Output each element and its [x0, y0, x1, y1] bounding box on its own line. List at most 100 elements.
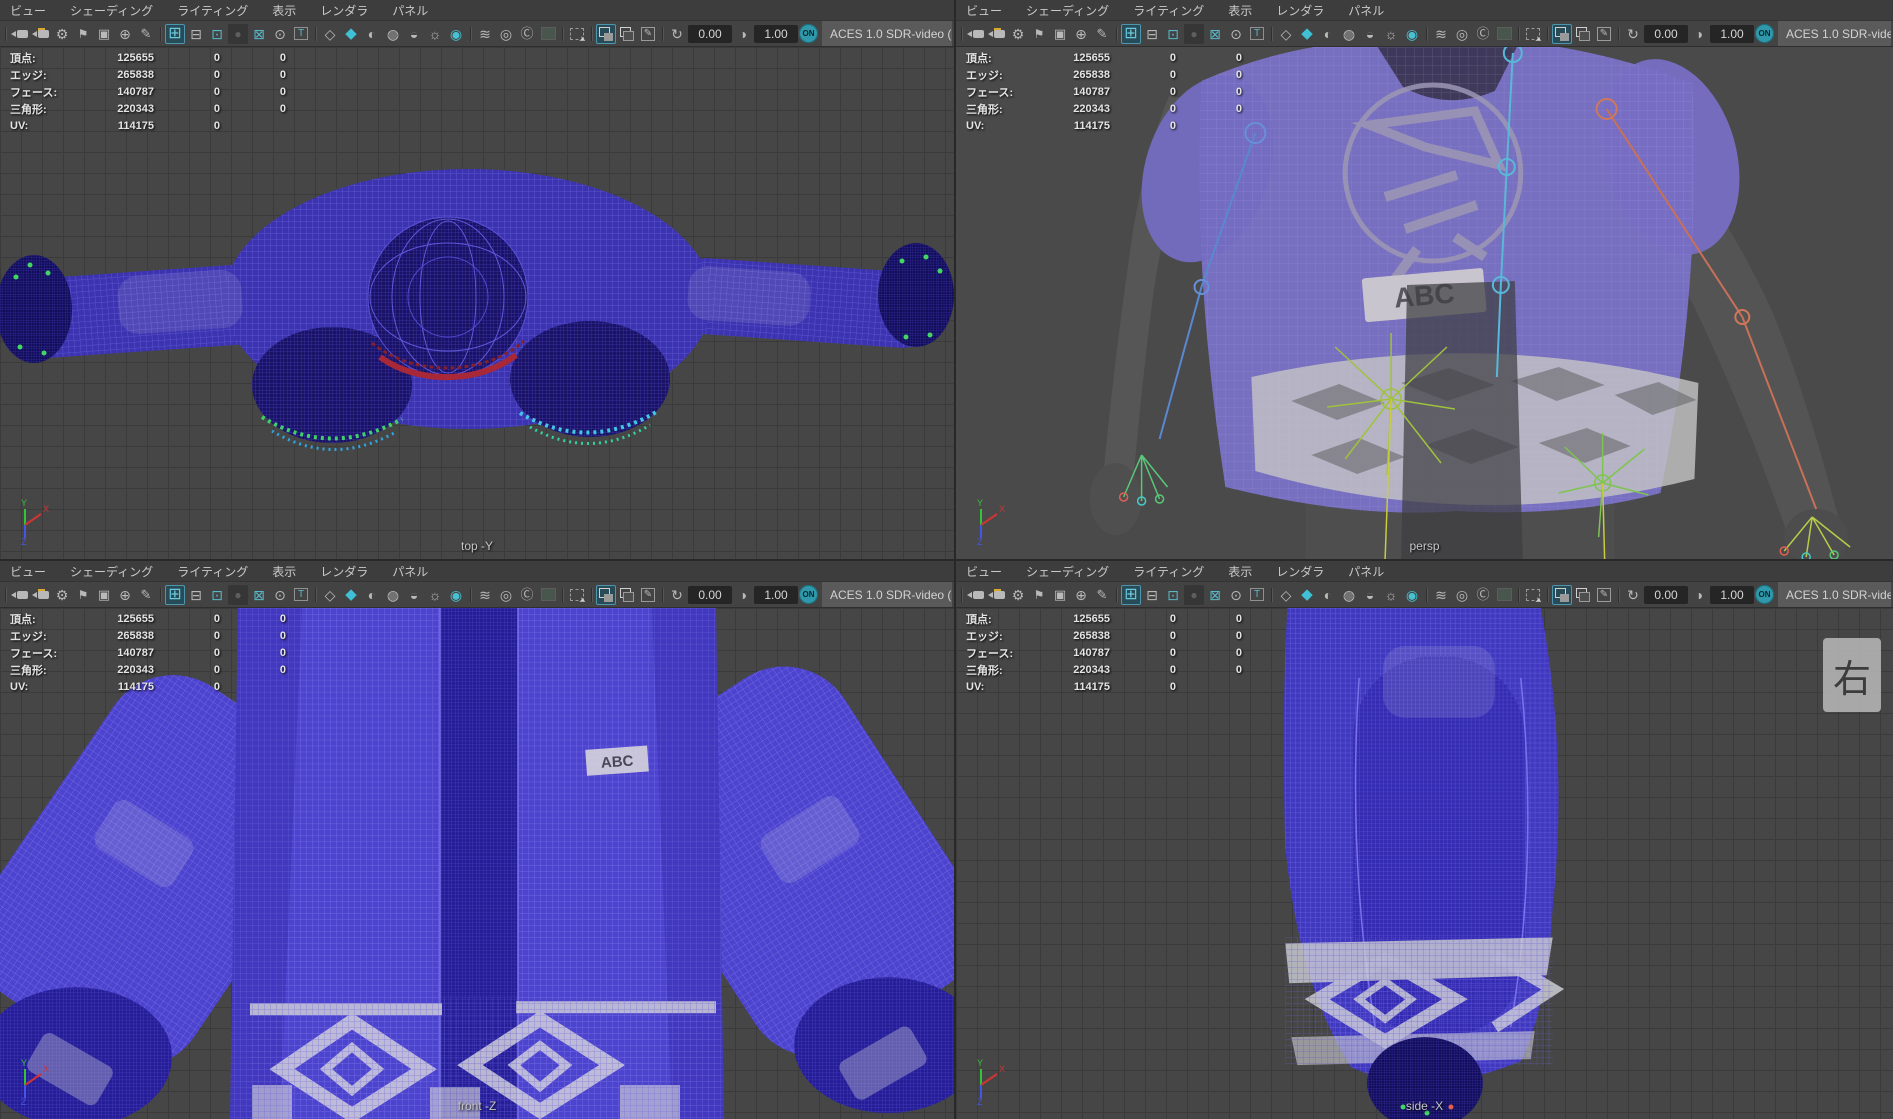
film-gate-icon[interactable]: [1142, 585, 1162, 605]
use-all-lights-icon[interactable]: [1339, 24, 1359, 44]
screen-space-ao-icon[interactable]: [425, 24, 445, 44]
gamma-value-field[interactable]: 1.00: [754, 25, 798, 43]
gamma-value-field[interactable]: 1.00: [1710, 586, 1754, 604]
exposure-value-field[interactable]: 0.00: [688, 25, 732, 43]
grid-toggle-icon[interactable]: [165, 24, 185, 44]
gamma-icon[interactable]: [1689, 24, 1709, 44]
bookmarks-icon[interactable]: [1029, 585, 1049, 605]
exposure-icon[interactable]: [667, 24, 687, 44]
shadows-icon[interactable]: [404, 585, 424, 605]
use-all-lights-icon[interactable]: [383, 585, 403, 605]
xray-icon[interactable]: [596, 585, 616, 605]
use-all-lights-icon[interactable]: [1339, 585, 1359, 605]
colorspace-on-toggle[interactable]: ON: [799, 24, 818, 43]
grid-toggle-icon[interactable]: [1121, 585, 1141, 605]
menu-item-0[interactable]: ビュー: [966, 2, 1002, 19]
use-all-lights-icon[interactable]: [383, 24, 403, 44]
screen-space-ao-icon[interactable]: [1381, 585, 1401, 605]
resolution-gate-icon[interactable]: [207, 585, 227, 605]
viewport-side-canvas[interactable]: 頂点: 125655 0 0 エッジ: 265838 0 0 フェース: 140…: [956, 608, 1893, 1119]
resolution-gate-icon[interactable]: [207, 24, 227, 44]
screen-space-ao-icon[interactable]: [1381, 24, 1401, 44]
select-camera-icon[interactable]: [10, 585, 30, 605]
exposure-icon[interactable]: [1623, 585, 1643, 605]
wireframe-display-icon[interactable]: [320, 24, 340, 44]
menu-item-1[interactable]: シェーディング: [70, 563, 153, 580]
multisample-aa-icon[interactable]: [1473, 585, 1493, 605]
motion-blur-icon[interactable]: [446, 24, 466, 44]
lock-camera-icon[interactable]: [31, 585, 51, 605]
motion-blur-icon[interactable]: [1402, 24, 1422, 44]
shadows-icon[interactable]: [1360, 585, 1380, 605]
camera-attributes-icon[interactable]: [52, 585, 72, 605]
xray-icon[interactable]: [1552, 585, 1572, 605]
xray-joints-icon[interactable]: [1573, 585, 1593, 605]
lock-camera-icon[interactable]: [987, 24, 1007, 44]
depth-of-field-icon[interactable]: [1452, 585, 1472, 605]
textured-display-icon[interactable]: [1318, 24, 1338, 44]
exposure-value-field[interactable]: 0.00: [1644, 25, 1688, 43]
motion-blur-icon[interactable]: [1402, 585, 1422, 605]
pan-zoom-2d-icon[interactable]: [1071, 585, 1091, 605]
menu-item-0[interactable]: ビュー: [966, 563, 1002, 580]
oblique-tool-icon[interactable]: [1092, 24, 1112, 44]
camera-attributes-icon[interactable]: [1008, 585, 1028, 605]
fog-icon[interactable]: [475, 24, 495, 44]
bookmarks-icon[interactable]: [1029, 24, 1049, 44]
shadows-icon[interactable]: [404, 24, 424, 44]
shaded-display-icon[interactable]: [1297, 24, 1317, 44]
field-chart-icon[interactable]: [249, 24, 269, 44]
menu-item-3[interactable]: 表示: [272, 563, 296, 580]
gamma-value-field[interactable]: 1.00: [1710, 25, 1754, 43]
menu-item-1[interactable]: シェーディング: [1026, 2, 1109, 19]
isolate-select-icon[interactable]: [567, 24, 587, 44]
film-gate-icon[interactable]: [186, 24, 206, 44]
menu-item-5[interactable]: パネル: [392, 2, 428, 19]
shadows-icon[interactable]: [1360, 24, 1380, 44]
textured-display-icon[interactable]: [362, 24, 382, 44]
oblique-tool-icon[interactable]: [136, 585, 156, 605]
menu-item-1[interactable]: シェーディング: [1026, 563, 1109, 580]
viewport-persp-canvas[interactable]: ABC: [956, 47, 1893, 559]
safe-action-icon[interactable]: [270, 585, 290, 605]
depth-of-field-icon[interactable]: [1452, 24, 1472, 44]
resolution-gate-icon[interactable]: [1163, 585, 1183, 605]
motion-blur-icon[interactable]: [446, 585, 466, 605]
menu-item-5[interactable]: パネル: [1348, 2, 1384, 19]
fog-icon[interactable]: [475, 585, 495, 605]
shaded-display-icon[interactable]: [341, 24, 361, 44]
safe-title-icon[interactable]: [1247, 24, 1267, 44]
colorspace-on-toggle[interactable]: ON: [799, 585, 818, 604]
exposure-icon[interactable]: [1623, 24, 1643, 44]
gate-mask-icon[interactable]: [228, 585, 248, 605]
menu-item-2[interactable]: ライティング: [177, 563, 248, 580]
exposure-icon[interactable]: [667, 585, 687, 605]
wireframe-display-icon[interactable]: [1276, 24, 1296, 44]
screen-space-ao-icon[interactable]: [425, 585, 445, 605]
safe-action-icon[interactable]: [270, 24, 290, 44]
film-gate-icon[interactable]: [1142, 24, 1162, 44]
shaded-display-icon[interactable]: [341, 585, 361, 605]
bookmarks-icon[interactable]: [73, 585, 93, 605]
gamma-icon[interactable]: [1689, 585, 1709, 605]
xray-joints-icon[interactable]: [617, 585, 637, 605]
pan-zoom-2d-icon[interactable]: [115, 585, 135, 605]
background-swatch-icon[interactable]: [538, 585, 558, 605]
viewport-front-canvas[interactable]: ABC: [0, 608, 954, 1119]
safe-action-icon[interactable]: [1226, 585, 1246, 605]
field-chart-icon[interactable]: [1205, 24, 1225, 44]
menu-item-0[interactable]: ビュー: [10, 2, 46, 19]
menu-item-1[interactable]: シェーディング: [70, 2, 153, 19]
grid-toggle-icon[interactable]: [1121, 24, 1141, 44]
multisample-aa-icon[interactable]: [517, 585, 537, 605]
lock-camera-icon[interactable]: [987, 585, 1007, 605]
select-camera-icon[interactable]: [10, 24, 30, 44]
bookmarks-icon[interactable]: [73, 24, 93, 44]
background-swatch-icon[interactable]: [1494, 585, 1514, 605]
oblique-tool-icon[interactable]: [136, 24, 156, 44]
menu-item-0[interactable]: ビュー: [10, 563, 46, 580]
wireframe-display-icon[interactable]: [320, 585, 340, 605]
menu-item-5[interactable]: パネル: [1348, 563, 1384, 580]
select-camera-icon[interactable]: [966, 585, 986, 605]
camera-attributes-icon[interactable]: [1008, 24, 1028, 44]
